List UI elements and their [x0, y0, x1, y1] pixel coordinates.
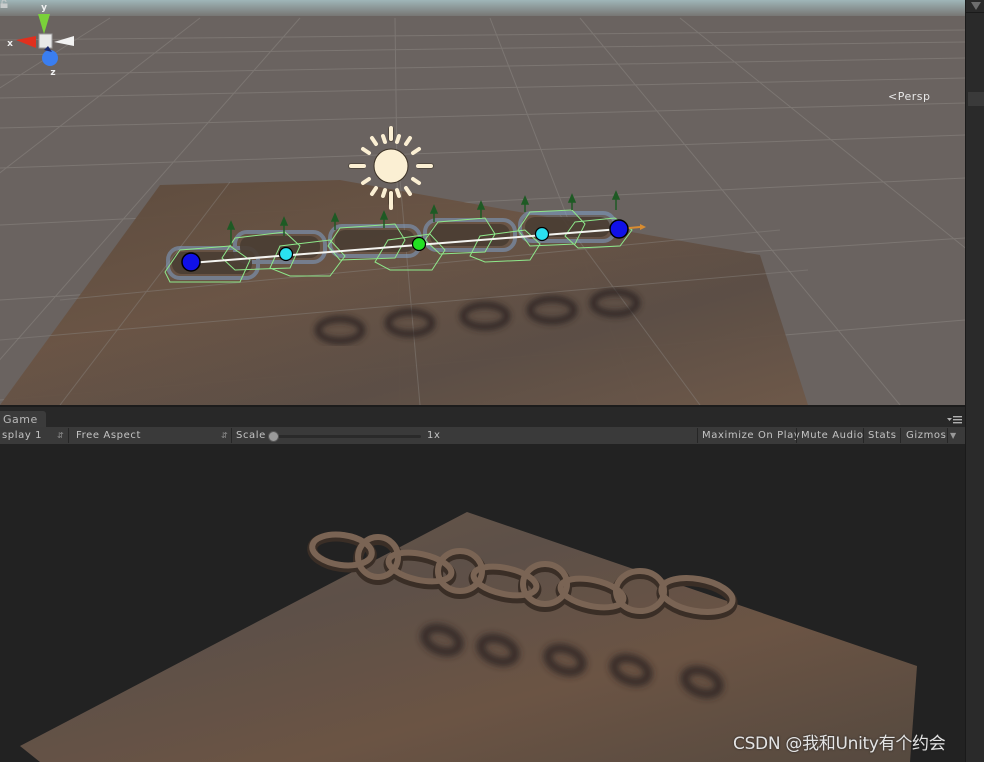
adjacent-panel-edge [965, 0, 984, 762]
gizmo-z-axis[interactable]: z [42, 46, 58, 78]
handle-chain-joint-mid[interactable] [411, 236, 427, 252]
game-view[interactable] [0, 444, 965, 762]
stats-toggle[interactable]: Stats [868, 427, 897, 444]
gizmos-toggle[interactable]: Gizmos [906, 427, 946, 444]
handle-chain-joint-1[interactable] [278, 246, 294, 262]
aspect-select[interactable]: Free Aspect ⇵ [76, 427, 231, 444]
updown-icon: ⇵ [221, 431, 229, 440]
toolbar-divider [231, 428, 232, 443]
handle-chain-joint-2[interactable] [534, 226, 550, 242]
scale-value: 1x [427, 430, 441, 441]
scale-slider-track[interactable] [273, 435, 421, 438]
panel-separator [966, 12, 984, 13]
tab-menu-icon[interactable] [947, 415, 963, 425]
gizmo-x-label: x [7, 39, 13, 49]
scene-viewport[interactable] [0, 0, 965, 405]
maximize-on-play-toggle[interactable]: Maximize On Play [702, 427, 800, 444]
gizmo-y-axis[interactable]: y [38, 3, 50, 34]
watermark: CSDN @我和Unity有个约会 [733, 734, 946, 754]
gizmo-center-cube[interactable] [38, 33, 53, 49]
handle-chain-end-start[interactable] [181, 252, 201, 272]
gizmo-x-axis[interactable]: x [7, 36, 36, 49]
gizmo-z-label: z [50, 68, 55, 78]
game-tab-bar: Game [0, 405, 965, 429]
toolbar-divider [863, 428, 864, 443]
game-toolbar: splay 1 ⇵ Free Aspect ⇵ Scale 1x Maximiz… [0, 427, 965, 445]
gizmo-y-label: y [41, 3, 47, 13]
aspect-select-value: Free Aspect [76, 430, 141, 441]
scene-view[interactable]: y x z <Persp [0, 0, 965, 405]
projection-toggle[interactable]: <Persp [888, 90, 930, 103]
toolbar-divider [947, 428, 948, 443]
display-select[interactable]: splay 1 ⇵ [2, 427, 66, 444]
panel-menu-icon[interactable] [971, 2, 981, 10]
toolbar-divider [697, 428, 698, 443]
updown-icon: ⇵ [57, 431, 65, 440]
handle-chain-end-finish[interactable] [609, 219, 629, 239]
orientation-gizmo[interactable]: y x z [0, 0, 80, 100]
toolbar-divider [900, 428, 901, 443]
persp-chevron-icon: < [888, 90, 898, 103]
game-viewport [20, 512, 917, 762]
display-select-value: splay 1 [2, 430, 43, 441]
scale-label: Scale [236, 430, 266, 441]
scrollbar-thumb[interactable] [968, 92, 984, 106]
scale-slider-thumb[interactable] [268, 431, 279, 442]
toolbar-divider [68, 428, 69, 443]
projection-label: Persp [897, 90, 931, 103]
gizmos-dropdown-icon[interactable]: ▼ [950, 427, 957, 444]
toolbar-divider [796, 428, 797, 443]
mute-audio-toggle[interactable]: Mute Audio [801, 427, 864, 444]
lock-icon[interactable] [0, 0, 8, 8]
gizmo-neg-x-axis[interactable] [54, 36, 74, 46]
